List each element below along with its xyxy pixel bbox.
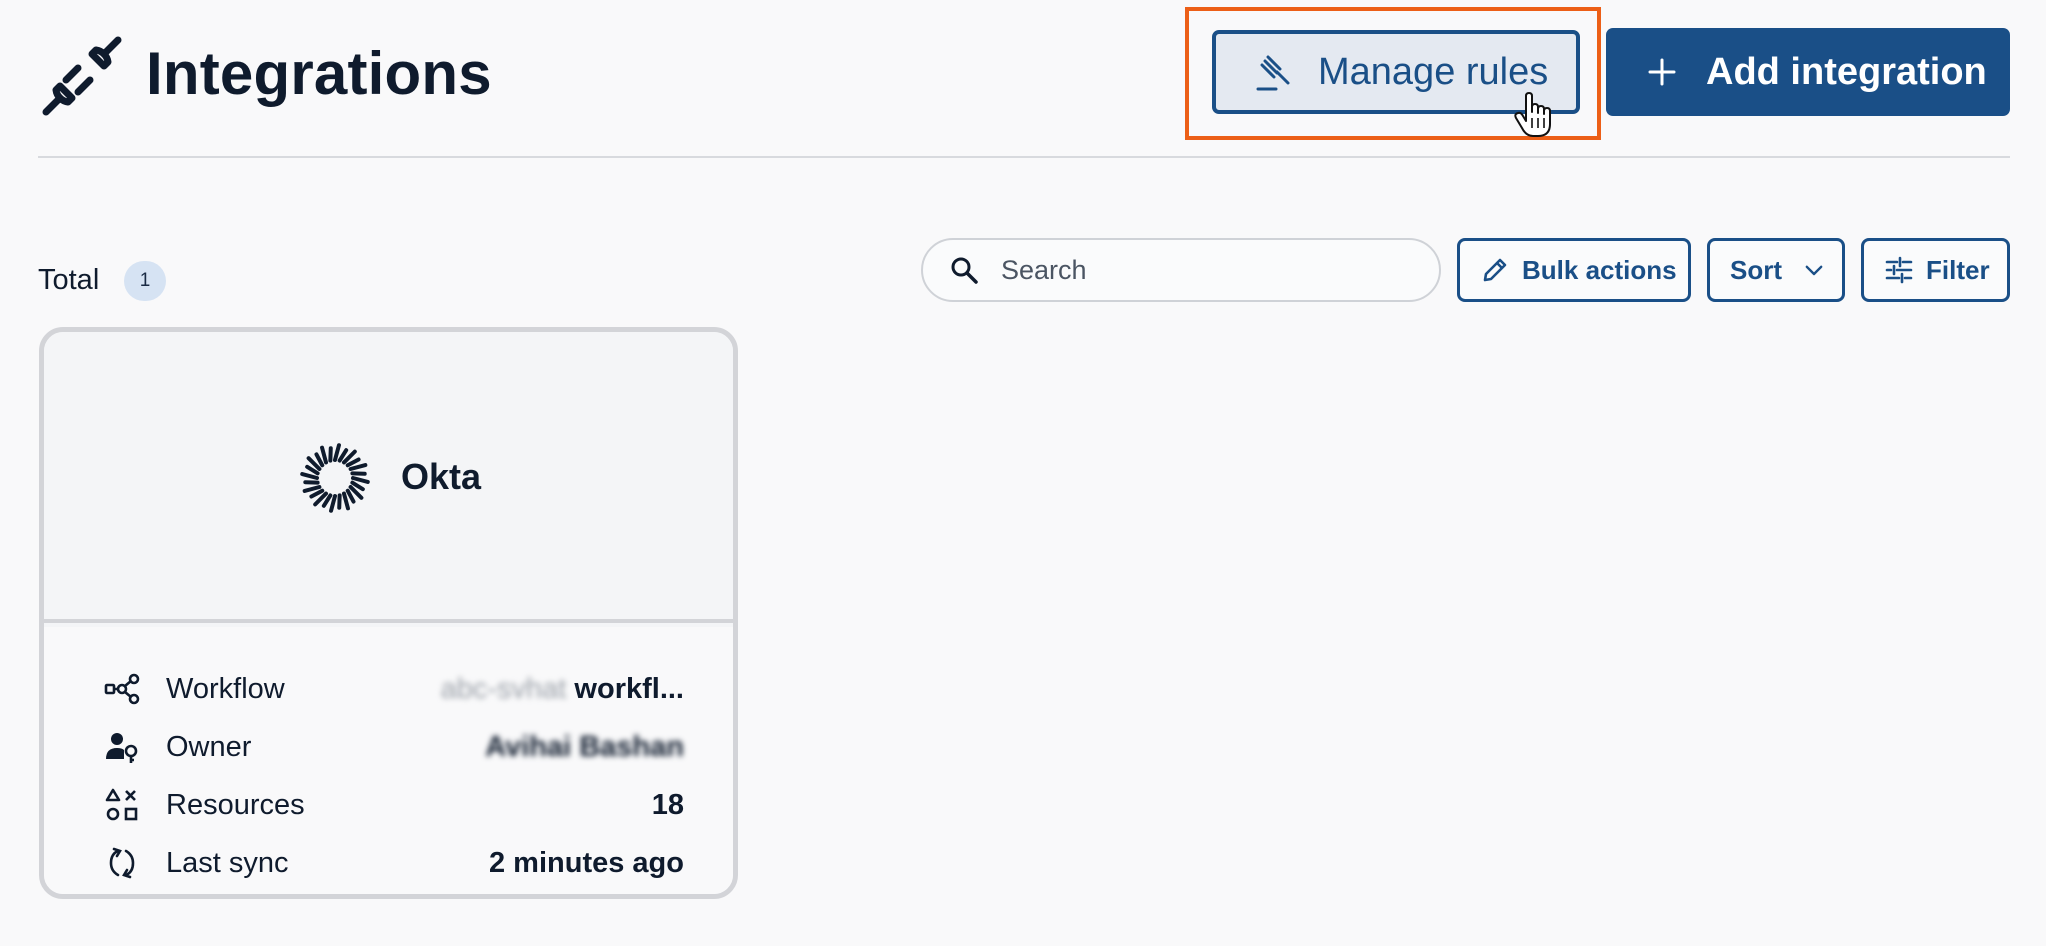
okta-logo-icon (300, 443, 370, 513)
chevron-down-icon (1805, 265, 1823, 276)
workflow-value-redacted: abc-svhat (440, 672, 567, 705)
sliders-icon (1885, 256, 1913, 284)
owner-key-icon (106, 733, 138, 763)
search-icon (951, 257, 978, 284)
total-label: Total (38, 264, 100, 296)
total-count-badge: 1 (124, 261, 166, 301)
resources-row: Resources 18 (104, 781, 684, 829)
resources-value: 18 (651, 788, 684, 821)
workflow-icon (104, 673, 140, 705)
plus-icon (1648, 58, 1676, 86)
owner-row: Owner Avihai Bashan (104, 723, 684, 771)
search-box[interactable] (921, 238, 1441, 302)
add-integration-label: Add integration (1706, 50, 1987, 93)
sync-icon (109, 847, 135, 879)
card-header: Okta (44, 332, 733, 623)
pencil-icon (1483, 258, 1507, 282)
sort-label: Sort (1730, 254, 1782, 285)
integration-card-okta[interactable]: Okta Workflow abc-svhat workfl... Owner … (39, 327, 738, 899)
workflow-row: Workflow abc-svhat workfl... (104, 665, 684, 713)
bulk-actions-button[interactable]: Bulk actions (1457, 238, 1691, 302)
workflow-label: Workflow (166, 672, 285, 705)
plug-icon (42, 36, 122, 116)
page-title: Integrations (146, 40, 492, 107)
gavel-icon (1256, 55, 1290, 91)
owner-label: Owner (166, 730, 252, 763)
hand-cursor-icon (1514, 92, 1551, 137)
sort-button[interactable]: Sort (1707, 238, 1845, 302)
last-sync-row: Last sync 2 minutes ago (104, 839, 684, 887)
integration-name: Okta (401, 456, 482, 497)
last-sync-label: Last sync (166, 846, 289, 879)
workflow-value-text: workfl... (574, 672, 684, 705)
header-divider (38, 156, 2010, 158)
resources-shapes-icon (105, 788, 138, 821)
bulk-actions-label: Bulk actions (1522, 254, 1677, 285)
card-details: Workflow abc-svhat workfl... Owner Aviha… (44, 627, 733, 894)
filter-button[interactable]: Filter (1861, 238, 2010, 302)
owner-value-redacted: Avihai Bashan (485, 730, 684, 763)
last-sync-value: 2 minutes ago (489, 846, 684, 879)
manage-rules-label: Manage rules (1318, 50, 1549, 93)
add-integration-button[interactable]: Add integration (1606, 28, 2010, 116)
resources-label: Resources (166, 788, 305, 821)
workflow-value: abc-svhat workfl... (441, 673, 684, 706)
search-input[interactable] (1001, 254, 1401, 286)
filter-label: Filter (1926, 254, 1990, 285)
